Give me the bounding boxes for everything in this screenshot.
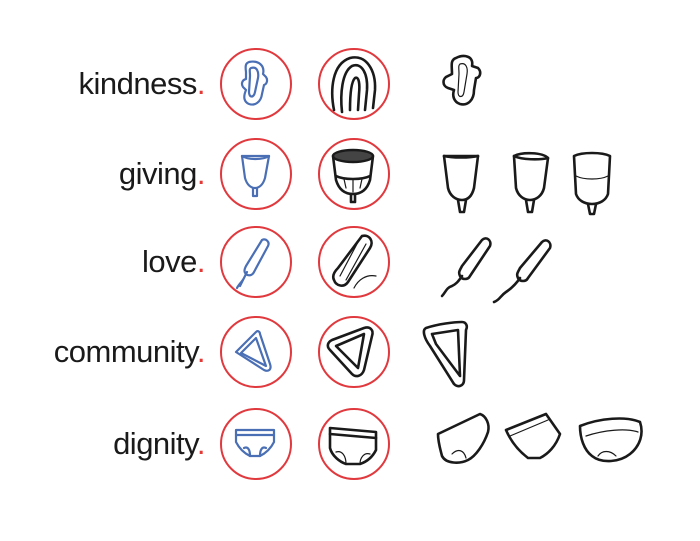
disc-circle-black — [318, 316, 390, 388]
word-label: love. — [142, 244, 206, 279]
underwear-variants-icon — [436, 412, 643, 464]
underwear-side-icon — [328, 426, 378, 466]
disc-circle-blue — [220, 316, 292, 388]
pad-outline-icon — [442, 54, 482, 106]
underwear-circle-black — [318, 408, 390, 480]
tampon-variants-icon — [440, 237, 552, 304]
word-label: kindness. — [78, 66, 206, 101]
disc-outline-icon — [422, 320, 469, 388]
row-dignity: dignity. — [0, 404, 700, 484]
cup-circle-black — [318, 138, 390, 210]
tampon-side-icon — [331, 234, 377, 289]
pad-circle-black — [318, 48, 390, 120]
tampon-circle-blue — [220, 226, 292, 298]
menstrual-cup-icon — [240, 154, 271, 198]
pad-side-icon — [331, 56, 377, 114]
cup-front-icon — [331, 148, 375, 204]
period-underwear-icon — [234, 428, 276, 458]
word-label: giving. — [118, 156, 206, 191]
row-community: community. — [0, 312, 700, 392]
cup-circle-blue — [220, 138, 292, 210]
underwear-circle-blue — [220, 408, 292, 480]
pad-circle-blue — [220, 48, 292, 120]
word-label: community. — [53, 334, 206, 369]
pad-icon — [240, 60, 269, 106]
row-kindness: kindness. — [0, 44, 700, 124]
word-label: dignity. — [113, 426, 205, 461]
row-giving: giving. — [0, 134, 700, 216]
disc-side-icon — [326, 326, 374, 378]
tampon-circle-black — [318, 226, 390, 298]
menstrual-disc-icon — [234, 330, 272, 372]
cup-variants-icon — [442, 151, 612, 216]
icon-sheet: kindness. giving. love. community. digni… — [0, 0, 700, 541]
row-love: love. — [0, 222, 700, 304]
tampon-icon — [235, 238, 270, 290]
